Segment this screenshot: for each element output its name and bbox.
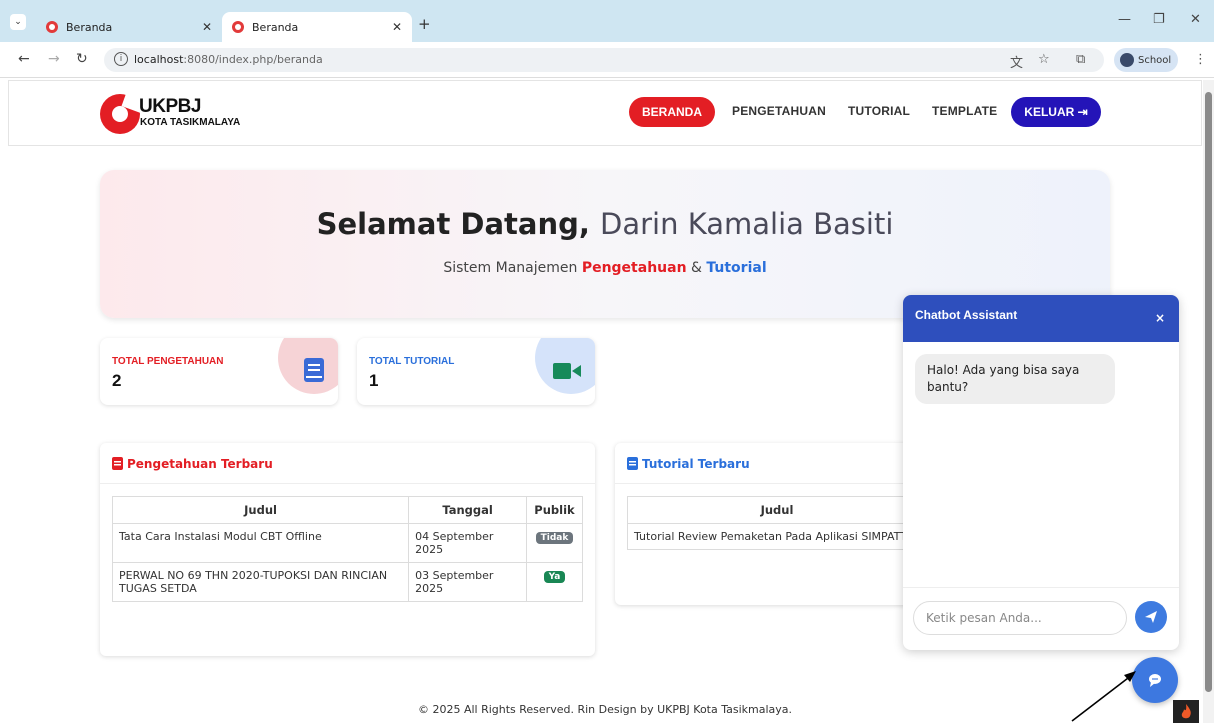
forward-arrow-icon[interactable]: → bbox=[48, 51, 60, 67]
profile-button[interactable]: School bbox=[1114, 48, 1178, 72]
minimize-icon[interactable]: — bbox=[1118, 12, 1131, 27]
tab-favicon-icon bbox=[232, 21, 244, 33]
panel-tutorial-terbaru: Tutorial Terbaru Judul Tutorial Review P… bbox=[615, 443, 927, 605]
subtitle-keyword-pengetahuan: Pengetahuan bbox=[581, 260, 687, 276]
cell-judul: PERWAL NO 69 THN 2020-TUPOKSI DAN RINCIA… bbox=[111, 562, 410, 602]
nav-link-template[interactable]: TEMPLATE bbox=[932, 104, 997, 118]
panel-divider bbox=[100, 483, 595, 484]
chatbot-window: Chatbot Assistant × Halo! Ada yang bisa … bbox=[903, 295, 1179, 650]
column-header-tanggal: Tanggal bbox=[408, 496, 527, 524]
welcome-title: Selamat Datang, Darin Kamalia Basiti bbox=[100, 207, 1110, 241]
chatbot-title: Chatbot Assistant bbox=[915, 308, 1018, 322]
book-icon bbox=[304, 358, 324, 382]
profile-avatar bbox=[1120, 53, 1134, 67]
book-icon bbox=[112, 457, 123, 470]
greeting-text: Selamat Datang, bbox=[316, 207, 590, 241]
column-header-judul: Judul bbox=[111, 496, 410, 524]
cell-tanggal: 04 September 2025 bbox=[408, 523, 527, 563]
panel-header: Tutorial Terbaru bbox=[627, 457, 750, 471]
stat-label: TOTAL PENGETAHUAN bbox=[112, 356, 224, 367]
nav-link-beranda[interactable]: BERANDA bbox=[629, 97, 715, 127]
bot-message-bubble: Halo! Ada yang bisa saya bantu? bbox=[915, 354, 1115, 404]
panel-title: Tutorial Terbaru bbox=[642, 457, 750, 471]
user-name: Darin Kamalia Basiti bbox=[600, 207, 894, 241]
stat-card-tutorial: TOTAL TUTORIAL 1 bbox=[357, 338, 595, 405]
table-row[interactable]: Tutorial Review Pemaketan Pada Aplikasi … bbox=[627, 523, 927, 550]
chatbot-footer-divider bbox=[903, 587, 1179, 588]
new-tab-plus-icon[interactable]: + bbox=[418, 15, 431, 33]
tab-close-icon[interactable]: ✕ bbox=[202, 20, 212, 34]
table-header-row: Judul Tanggal Publik bbox=[111, 496, 583, 524]
restore-icon[interactable]: ❐ bbox=[1153, 12, 1165, 27]
cell-judul: Tata Cara Instalasi Modul CBT Offline bbox=[111, 523, 410, 563]
chatbot-header: Chatbot Assistant × bbox=[903, 295, 1179, 342]
translate-icon[interactable]: 文 bbox=[1010, 52, 1023, 71]
address-url[interactable]: localhost:8080/index.php/beranda bbox=[134, 53, 323, 66]
annotation-arrow-icon bbox=[1071, 671, 1136, 722]
url-path: :8080/index.php/beranda bbox=[183, 53, 323, 66]
bookmark-star-icon[interactable]: ☆ bbox=[1038, 52, 1050, 67]
site-info-icon[interactable]: i bbox=[114, 52, 128, 66]
cell-judul: Tutorial Review Pemaketan Pada Aplikasi … bbox=[627, 523, 927, 550]
panel-header: Pengetahuan Terbaru bbox=[112, 457, 273, 471]
tab-favicon-icon bbox=[46, 21, 58, 33]
table-row[interactable]: Tata Cara Instalasi Modul CBT Offline 04… bbox=[111, 523, 583, 563]
table-header-row: Judul bbox=[627, 496, 927, 524]
tab-title: Beranda bbox=[66, 20, 113, 34]
stat-value: 1 bbox=[369, 371, 379, 390]
reload-icon[interactable]: ↻ bbox=[76, 51, 88, 67]
profile-label: School bbox=[1138, 54, 1172, 66]
cell-publik: Tidak bbox=[526, 523, 583, 563]
send-button[interactable] bbox=[1135, 601, 1167, 633]
panel-divider bbox=[615, 483, 915, 484]
column-header-publik: Publik bbox=[526, 496, 583, 524]
logout-icon: ⇥ bbox=[1077, 105, 1088, 119]
cell-tanggal: 03 September 2025 bbox=[408, 562, 527, 602]
stat-label: TOTAL TUTORIAL bbox=[369, 356, 455, 367]
publik-badge: Ya bbox=[543, 571, 566, 583]
panel-title: Pengetahuan Terbaru bbox=[127, 457, 273, 471]
browser-tab-1[interactable]: Beranda ✕ bbox=[36, 12, 222, 42]
dev-toolbar-flame-icon[interactable] bbox=[1173, 700, 1199, 723]
tab-search-chevron-icon[interactable]: ⌄ bbox=[10, 14, 26, 30]
logout-label: KELUAR bbox=[1024, 105, 1075, 119]
nav-link-pengetahuan[interactable]: PENGETAHUAN bbox=[732, 104, 826, 118]
subtitle-prefix: Sistem Manajemen bbox=[443, 260, 578, 276]
paper-plane-icon bbox=[1145, 611, 1157, 623]
chat-message-input[interactable] bbox=[913, 601, 1127, 635]
subtitle-keyword-tutorial: Tutorial bbox=[706, 260, 767, 276]
stat-card-pengetahuan: TOTAL PENGETAHUAN 2 bbox=[100, 338, 338, 405]
publik-badge: Tidak bbox=[535, 532, 574, 544]
logo-text-top[interactable]: UKPBJ bbox=[139, 96, 201, 118]
book-icon bbox=[627, 457, 638, 470]
pengetahuan-table: Judul Tanggal Publik Tata Cara Instalasi… bbox=[111, 496, 583, 602]
tutorial-table: Judul Tutorial Review Pemaketan Pada Apl… bbox=[627, 496, 927, 550]
column-header-judul: Judul bbox=[627, 496, 927, 524]
tab-title: Beranda bbox=[252, 20, 299, 34]
welcome-subtitle: Sistem Manajemen Pengetahuan & Tutorial bbox=[100, 260, 1110, 276]
ukpbj-logo-icon[interactable] bbox=[100, 94, 140, 134]
extensions-puzzle-icon[interactable]: ⧉ bbox=[1076, 52, 1085, 67]
logo-text-bottom[interactable]: KOTA TASIKMALAYA bbox=[140, 117, 240, 128]
subtitle-ampersand: & bbox=[691, 260, 702, 276]
cell-publik: Ya bbox=[526, 562, 583, 602]
browser-menu-kebab-icon[interactable]: ⋮ bbox=[1194, 52, 1207, 67]
chatbot-close-icon[interactable]: × bbox=[1155, 311, 1165, 325]
logout-button[interactable]: KELUAR ⇥ bbox=[1011, 97, 1101, 127]
back-arrow-icon[interactable]: ← bbox=[18, 51, 30, 67]
url-host: localhost bbox=[134, 53, 184, 66]
video-camera-icon bbox=[553, 363, 581, 379]
browser-tab-2-active[interactable]: Beranda ✕ bbox=[222, 12, 412, 42]
window-close-icon[interactable]: ✕ bbox=[1190, 12, 1201, 27]
scrollbar-thumb[interactable] bbox=[1205, 92, 1212, 692]
panel-pengetahuan-terbaru: Pengetahuan Terbaru Judul Tanggal Publik… bbox=[100, 443, 595, 656]
nav-link-tutorial[interactable]: TUTORIAL bbox=[848, 104, 910, 118]
page-footer: © 2025 All Rights Reserved. Rin Design b… bbox=[417, 703, 793, 716]
stat-value: 2 bbox=[112, 371, 122, 390]
table-row[interactable]: PERWAL NO 69 THN 2020-TUPOKSI DAN RINCIA… bbox=[111, 562, 583, 602]
tab-close-icon[interactable]: ✕ bbox=[392, 20, 402, 34]
